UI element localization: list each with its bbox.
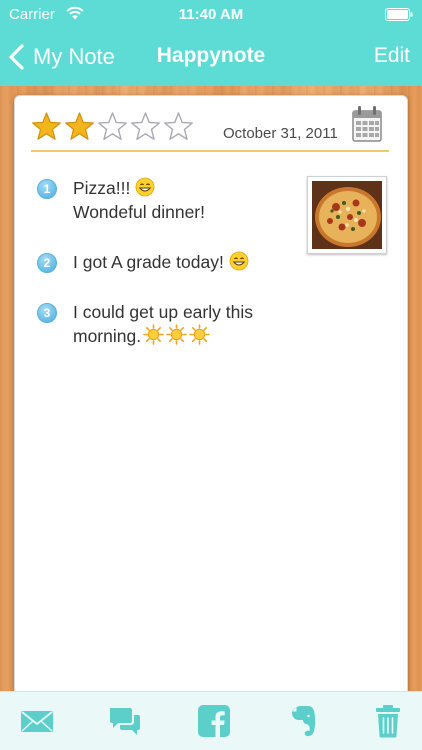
entry-number-badge: 2 [37, 253, 57, 273]
sun-icon [166, 324, 187, 345]
star-filled-icon[interactable] [31, 111, 62, 142]
entry-text: I could get up early this morning. [73, 300, 253, 348]
note-date: October 31, 2011 [223, 125, 338, 142]
page-title: Happynote [156, 44, 266, 67]
grinning-face-icon [135, 177, 155, 197]
pizza-image [312, 181, 382, 249]
nav-bar: My Note Happynote Edit [0, 30, 422, 86]
sun-icon [189, 324, 210, 345]
chat-icon[interactable] [108, 704, 142, 738]
star-empty-icon[interactable] [130, 111, 161, 142]
star-filled-icon[interactable] [64, 111, 95, 142]
mail-icon[interactable] [20, 704, 54, 738]
evernote-icon[interactable] [286, 704, 320, 738]
status-bar: Carrier 11:40 AM [0, 0, 422, 30]
entry-line: Pizza!!! [73, 178, 131, 198]
entry-line: Wondeful dinner! [73, 202, 205, 222]
bottom-toolbar [0, 691, 422, 750]
grinning-face-icon [229, 251, 249, 271]
calendar-icon[interactable] [352, 105, 382, 142]
battery-icon [385, 8, 413, 21]
entry-line: morning. [73, 326, 142, 346]
divider [31, 150, 389, 152]
entry-text: Pizza!!! Wondeful dinner! [73, 176, 205, 224]
entry-number-badge: 3 [37, 303, 57, 323]
entry-text: I got A grade today! [73, 250, 249, 274]
entry-line: I could get up early this [73, 302, 253, 322]
star-empty-icon[interactable] [97, 111, 128, 142]
entry-number-badge: 1 [37, 179, 57, 199]
pizza-photo[interactable] [307, 176, 387, 254]
trash-icon[interactable] [371, 704, 405, 738]
header: Carrier 11:40 AM My Note Happynote Edit [0, 0, 422, 86]
entry-line: I got A grade today! [73, 252, 224, 272]
star-rating[interactable] [31, 111, 196, 142]
star-empty-icon[interactable] [163, 111, 194, 142]
clock: 11:40 AM [178, 6, 244, 23]
edit-button[interactable]: Edit [374, 44, 410, 68]
note-card: October 31, 2011 1 Pizza!!! Wondeful din… [14, 95, 408, 700]
facebook-icon[interactable] [197, 704, 231, 738]
sun-icon [143, 324, 164, 345]
